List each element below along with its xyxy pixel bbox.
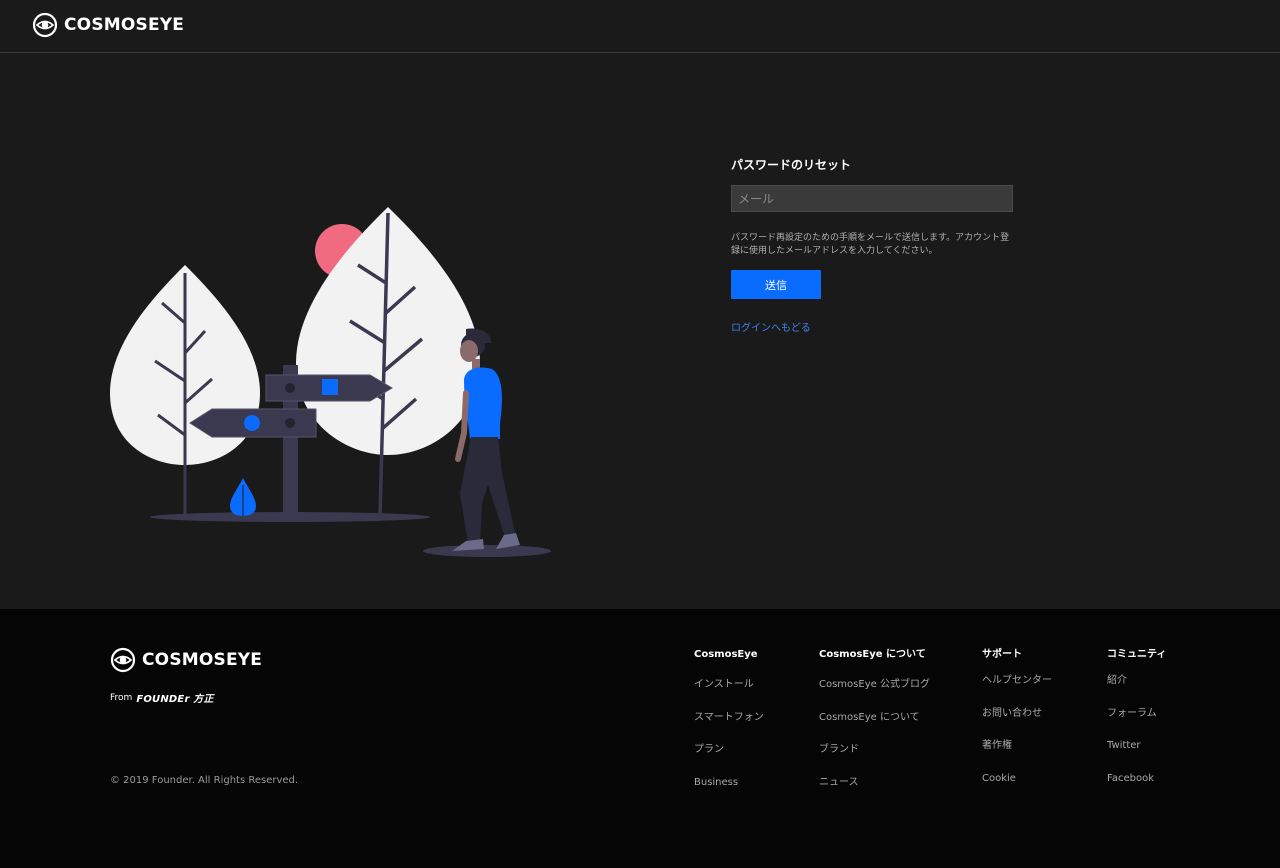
footer-link-brand[interactable]: ブランド (819, 743, 930, 757)
footer-link-twitter[interactable]: Twitter (1107, 739, 1166, 753)
footer-link-referral[interactable]: 紹介 (1107, 674, 1166, 688)
back-to-login-link[interactable]: ログインへもどる (731, 319, 811, 334)
footer-link-about[interactable]: CosmosEye について (819, 711, 930, 725)
cosmoseye-eye-icon (110, 647, 136, 673)
footer-link-forum[interactable]: フォーラム (1107, 707, 1166, 721)
footer-column-title: コミュニティ (1107, 649, 1167, 660)
password-reset-form: パスワードのリセット パスワード再設定のための手順をメールで送信します。アカウン… (731, 157, 1013, 335)
footer-link-cookie[interactable]: Cookie (982, 772, 1052, 786)
main-content: パスワードのリセット パスワード再設定のための手順をメールで送信します。アカウン… (0, 53, 1280, 609)
header-logo[interactable]: COSMOSEYE (32, 12, 184, 38)
person-shadow (423, 545, 551, 557)
footer-logo[interactable]: COSMOSEYE (110, 647, 262, 673)
footer-column-title: CosmosEye について (819, 649, 926, 660)
footer-link-news[interactable]: ニュース (819, 776, 930, 790)
instructions-text: パスワード再設定のための手順をメールで送信します。アカウント登録に使用したメール… (731, 233, 1010, 256)
brand-name: COSMOSEYE (64, 15, 185, 35)
footer-column-title: サポート (982, 649, 1022, 660)
footer-link-facebook[interactable]: Facebook (1107, 772, 1166, 786)
footer-column-support: サポート ヘルプセンター お問い合わせ 著作権 Cookie (982, 648, 1052, 786)
form-title: パスワードのリセット (731, 158, 852, 172)
footer-brand-name: COSMOSEYE (142, 650, 263, 670)
footer-link-copyright[interactable]: 著作権 (982, 739, 1052, 753)
cosmoseye-eye-icon (32, 12, 58, 38)
send-button[interactable]: 送信 (731, 270, 821, 299)
footer-column-cosmoseye: CosmosEye インストール スマートフォン プラン Business (694, 648, 764, 790)
copyright-text: © 2019 Founder. All Rights Reserved. (110, 775, 299, 786)
founder-logo: FOUNDEr 方正 (136, 694, 214, 705)
footer-link-blog[interactable]: CosmosEye 公式ブログ (819, 678, 930, 692)
email-input[interactable] (731, 185, 1013, 212)
footer-link-business[interactable]: Business (694, 776, 764, 790)
footer-column-community: コミュニティ 紹介 フォーラム Twitter Facebook (1107, 648, 1166, 786)
footer-link-smartphone[interactable]: スマートフォン (694, 711, 764, 725)
top-header: COSMOSEYE (0, 0, 1280, 53)
footer-link-plan[interactable]: プラン (694, 743, 764, 757)
signpost-illustration (110, 207, 551, 557)
footer-column-title: CosmosEye (694, 649, 758, 660)
footer-column-about: CosmosEye について CosmosEye 公式ブログ CosmosEye… (819, 648, 930, 790)
from-founder: From FOUNDEr 方正 (110, 690, 214, 706)
footer-link-help-center[interactable]: ヘルプセンター (982, 674, 1052, 688)
footer-link-install[interactable]: インストール (694, 678, 764, 692)
from-label: From (110, 692, 133, 703)
footer-link-contact[interactable]: お問い合わせ (982, 707, 1052, 721)
site-footer: COSMOSEYE (0, 609, 1280, 868)
